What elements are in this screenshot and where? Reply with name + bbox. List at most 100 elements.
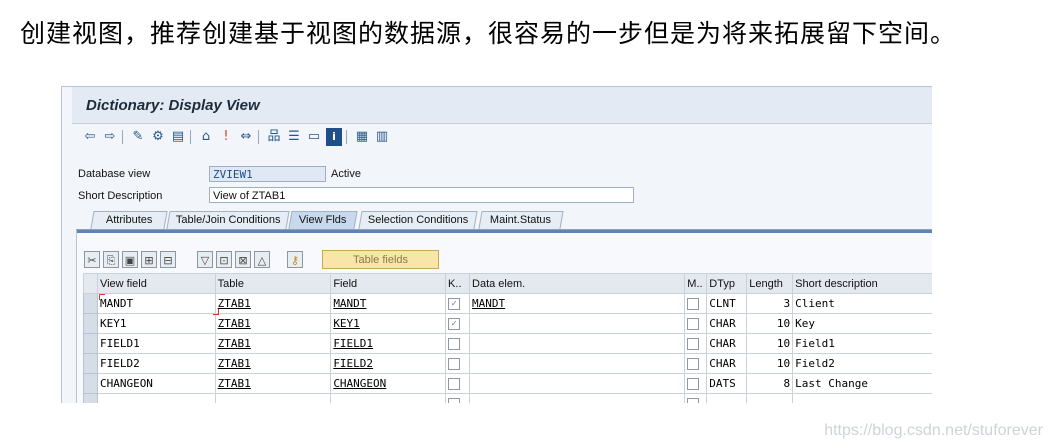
- field-cell[interactable]: CHANGEON: [330, 373, 447, 394]
- row-selector[interactable]: [83, 293, 98, 314]
- table-fields-button[interactable]: Table fields: [322, 250, 439, 269]
- insert-row-icon[interactable]: ⊞: [141, 251, 157, 268]
- view-field-cell[interactable]: [96, 393, 216, 403]
- data-elem-cell[interactable]: [469, 353, 686, 374]
- short-desc-cell: Field1: [792, 333, 932, 354]
- field-cell[interactable]: MANDT: [330, 293, 447, 314]
- window-title: Dictionary: Display View: [86, 97, 260, 114]
- toolbar-separator: [258, 130, 259, 144]
- deselect-icon[interactable]: ⊠: [235, 251, 251, 268]
- col-header-data-elem[interactable]: Data elem.: [469, 273, 686, 294]
- tab-attributes[interactable]: Attributes: [90, 211, 168, 229]
- view-field-cell[interactable]: FIELD1: [96, 333, 216, 354]
- mod-checkbox[interactable]: [687, 358, 700, 370]
- field-cell[interactable]: KEY1: [330, 313, 447, 334]
- paste-icon[interactable]: ▣: [122, 251, 138, 268]
- data-elem-cell[interactable]: [469, 333, 686, 354]
- db-view-field[interactable]: ZVIEW1: [209, 166, 326, 182]
- view-field-cell[interactable]: MANDT: [96, 293, 216, 314]
- mod-checkbox[interactable]: [687, 318, 700, 330]
- status-text: Active: [331, 168, 361, 180]
- col-header-short-desc[interactable]: Short description: [792, 273, 932, 294]
- key-checkbox[interactable]: [448, 358, 461, 370]
- toolbar-separator: [346, 130, 347, 144]
- key-checkbox[interactable]: [448, 378, 461, 390]
- mod-cell: [684, 293, 708, 314]
- table-row: CHANGEON ZTAB1 CHANGEON DATS 8 Last Chan…: [83, 373, 932, 394]
- row-selector[interactable]: [83, 353, 98, 374]
- stop-icon[interactable]: !: [218, 128, 234, 146]
- short-desc-field[interactable]: View of ZTAB1: [209, 187, 634, 203]
- sort-icon[interactable]: △: [254, 251, 270, 268]
- mod-checkbox[interactable]: [687, 398, 700, 403]
- display-change-icon[interactable]: ✎: [130, 128, 146, 146]
- field-cell[interactable]: [330, 393, 447, 403]
- row-selector-header[interactable]: [83, 273, 98, 294]
- frame-icon[interactable]: ▭: [306, 128, 322, 146]
- field-cell[interactable]: FIELD2: [330, 353, 447, 374]
- key-checkbox[interactable]: ✓: [448, 318, 461, 330]
- toolbar-separator: [190, 130, 191, 144]
- view-field-cell[interactable]: CHANGEON: [96, 373, 216, 394]
- col-header-dtyp[interactable]: DTyp: [706, 273, 748, 294]
- forward-icon[interactable]: ⇨: [102, 128, 118, 146]
- col-header-field[interactable]: Field: [330, 273, 447, 294]
- navigate-icon[interactable]: ⇔: [238, 128, 254, 146]
- object-list-icon[interactable]: ▤: [170, 128, 186, 146]
- mod-checkbox[interactable]: [687, 298, 700, 310]
- select-block-icon[interactable]: ⊡: [216, 251, 232, 268]
- key-checkbox[interactable]: [448, 398, 461, 403]
- hierarchy-icon[interactable]: 品: [266, 128, 282, 146]
- tab-strip: Attributes Table/Join Conditions View Fl…: [76, 211, 932, 230]
- key-checkbox[interactable]: [448, 338, 461, 350]
- table-cell[interactable]: [214, 393, 332, 403]
- cut-icon[interactable]: ✂: [84, 251, 100, 268]
- col-header-length[interactable]: Length: [746, 273, 794, 294]
- info-icon[interactable]: i: [326, 128, 342, 146]
- row-selector[interactable]: [83, 393, 98, 403]
- select-all-icon[interactable]: ▽: [197, 251, 213, 268]
- activate-icon[interactable]: ⚙: [150, 128, 166, 146]
- row-selector[interactable]: [83, 313, 98, 334]
- table-cell[interactable]: ZTAB1: [214, 373, 332, 394]
- view-fields-panel: ✂ ⎘ ▣ ⊞ ⊟ ▽ ⊡ ⊠ △ ⚷ Table fields View fi…: [76, 230, 932, 403]
- layout-icon[interactable]: ☰: [286, 128, 302, 146]
- table-cell[interactable]: ZTAB1: [214, 333, 332, 354]
- tab-table-join-conditions[interactable]: Table/Join Conditions: [166, 211, 290, 229]
- col-header-key[interactable]: K..: [445, 273, 471, 294]
- table-row: FIELD1 ZTAB1 FIELD1 CHAR 10 Field1: [83, 333, 932, 354]
- back-icon[interactable]: ⇦: [82, 128, 98, 146]
- table-row: KEY1 ZTAB1 KEY1 ✓ CHAR 10 Key: [83, 313, 932, 334]
- col-header-view-field[interactable]: View field: [96, 273, 216, 294]
- data-elem-cell[interactable]: [469, 313, 686, 334]
- field-cell[interactable]: FIELD1: [330, 333, 447, 354]
- row-selector[interactable]: [83, 373, 98, 394]
- view-field-cell[interactable]: FIELD2: [96, 353, 216, 374]
- delete-row-icon[interactable]: ⊟: [160, 251, 176, 268]
- technical-settings-icon[interactable]: ▦: [354, 128, 370, 146]
- table-cell[interactable]: ZTAB1: [214, 313, 332, 334]
- data-elem-cell[interactable]: [469, 393, 686, 403]
- short-desc-cell: Key: [792, 313, 932, 334]
- key-icon[interactable]: ⚷: [287, 251, 303, 268]
- mod-checkbox[interactable]: [687, 338, 700, 350]
- table-row: FIELD2 ZTAB1 FIELD2 CHAR 10 Field2: [83, 353, 932, 374]
- col-header-mod[interactable]: M..: [684, 273, 708, 294]
- data-elem-cell[interactable]: [469, 373, 686, 394]
- data-elem-cell[interactable]: MANDT: [469, 293, 686, 314]
- where-used-icon[interactable]: ⌂: [198, 128, 214, 146]
- tab-selection-conditions[interactable]: Selection Conditions: [358, 211, 478, 229]
- table-cell[interactable]: ZTAB1: [214, 293, 332, 314]
- row-selector[interactable]: [83, 333, 98, 354]
- table-grid-icon[interactable]: ▥: [374, 128, 390, 146]
- tab-maint-status[interactable]: Maint.Status: [478, 211, 564, 229]
- table-cell[interactable]: ZTAB1: [214, 353, 332, 374]
- copy-icon[interactable]: ⎘: [103, 251, 119, 268]
- view-field-cell[interactable]: KEY1: [96, 313, 216, 334]
- key-cell: [445, 353, 471, 374]
- tab-view-flds[interactable]: View Flds: [288, 211, 358, 229]
- mod-checkbox[interactable]: [687, 378, 700, 390]
- key-checkbox[interactable]: ✓: [448, 298, 461, 310]
- dtyp-cell: CLNT: [706, 293, 748, 314]
- col-header-table[interactable]: Table: [214, 273, 332, 294]
